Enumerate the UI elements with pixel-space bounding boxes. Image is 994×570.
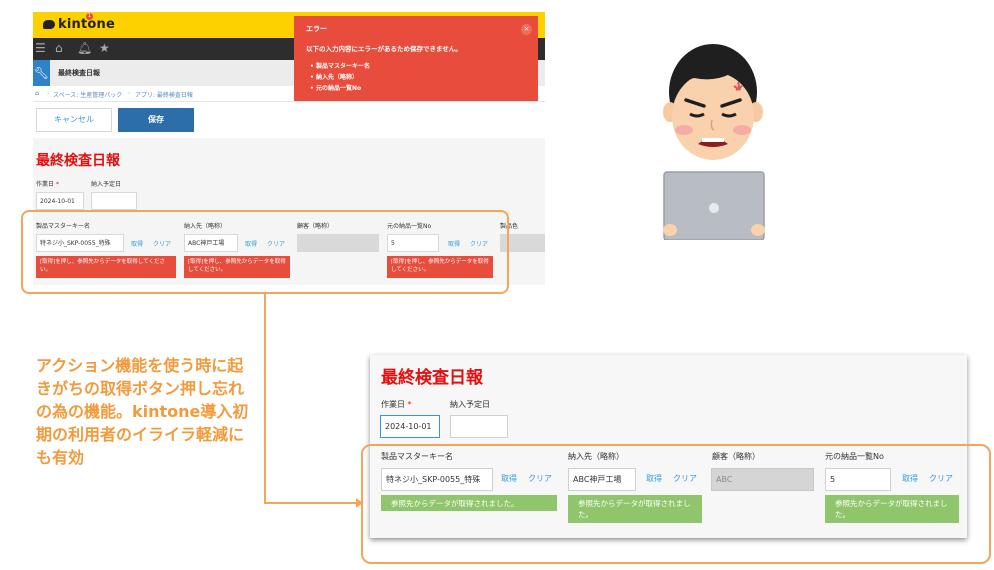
caption-text: アクション機能を使う時に起きがちの取得ボタン押し忘れの為の機能。kintone導…: [36, 356, 249, 467]
form-title: 最終検査日報: [381, 368, 483, 388]
required-mark: *: [55, 181, 59, 188]
delivery-date-input[interactable]: [91, 192, 137, 210]
error-item: 元の納品一覧No: [310, 83, 370, 94]
save-button[interactable]: 保存: [118, 108, 194, 132]
breadcrumb-separator: ›: [128, 90, 131, 97]
kintone-logo-icon: [43, 20, 55, 29]
work-date-label: 作業日 *: [36, 181, 59, 188]
star-icon[interactable]: ★: [99, 41, 110, 55]
bell-icon[interactable]: 🔔︎: [77, 41, 92, 55]
work-date-input[interactable]: 2024-10-01: [36, 192, 84, 210]
highlight-outline-after: [361, 444, 991, 564]
connector-line: [264, 294, 266, 503]
work-date-input[interactable]: 2024-10-01: [380, 415, 440, 438]
highlight-outline-before: [21, 210, 509, 294]
breadcrumb-home-icon[interactable]: ⌂: [35, 90, 39, 97]
notification-badge: 1: [86, 13, 93, 20]
wrench-icon: 🔧︎: [33, 60, 50, 86]
form-title: 最終検査日報: [36, 153, 120, 169]
error-dialog: エラー × 以下の入力内容にエラーがあるため保存できません。 製品マスターキー名…: [294, 16, 538, 101]
error-dialog-title: エラー: [306, 25, 327, 33]
breadcrumb-app[interactable]: アプリ: 最終検査日報: [135, 90, 193, 99]
menu-icon[interactable]: ☰: [35, 41, 46, 55]
home-icon[interactable]: ⌂: [55, 41, 63, 55]
delivery-date-label: 納入予定日: [91, 181, 122, 188]
work-date-label: 作業日 *: [381, 400, 412, 409]
error-dialog-message: 以下の入力内容にエラーがあるため保存できません。: [306, 45, 462, 53]
connector-line: [264, 502, 360, 504]
delivery-date-input[interactable]: [450, 415, 508, 438]
breadcrumb-space[interactable]: スペース: 生産管理パック: [53, 90, 122, 99]
cancel-button[interactable]: キャンセル: [36, 108, 112, 132]
error-dialog-list: 製品マスターキー名 納入先（略称） 元の納品一覧No: [310, 61, 370, 94]
frustrated-person-icon: [663, 44, 765, 240]
breadcrumb-separator: ›: [47, 90, 50, 97]
delivery-date-label: 納入予定日: [450, 400, 490, 409]
app-title: 最終検査日報: [58, 69, 100, 77]
kintone-logo[interactable]: kintone: [43, 17, 115, 32]
close-icon[interactable]: ×: [521, 24, 532, 35]
error-item: 納入先（略称）: [310, 72, 370, 83]
error-item: 製品マスターキー名: [310, 61, 370, 72]
required-mark: *: [407, 400, 412, 409]
